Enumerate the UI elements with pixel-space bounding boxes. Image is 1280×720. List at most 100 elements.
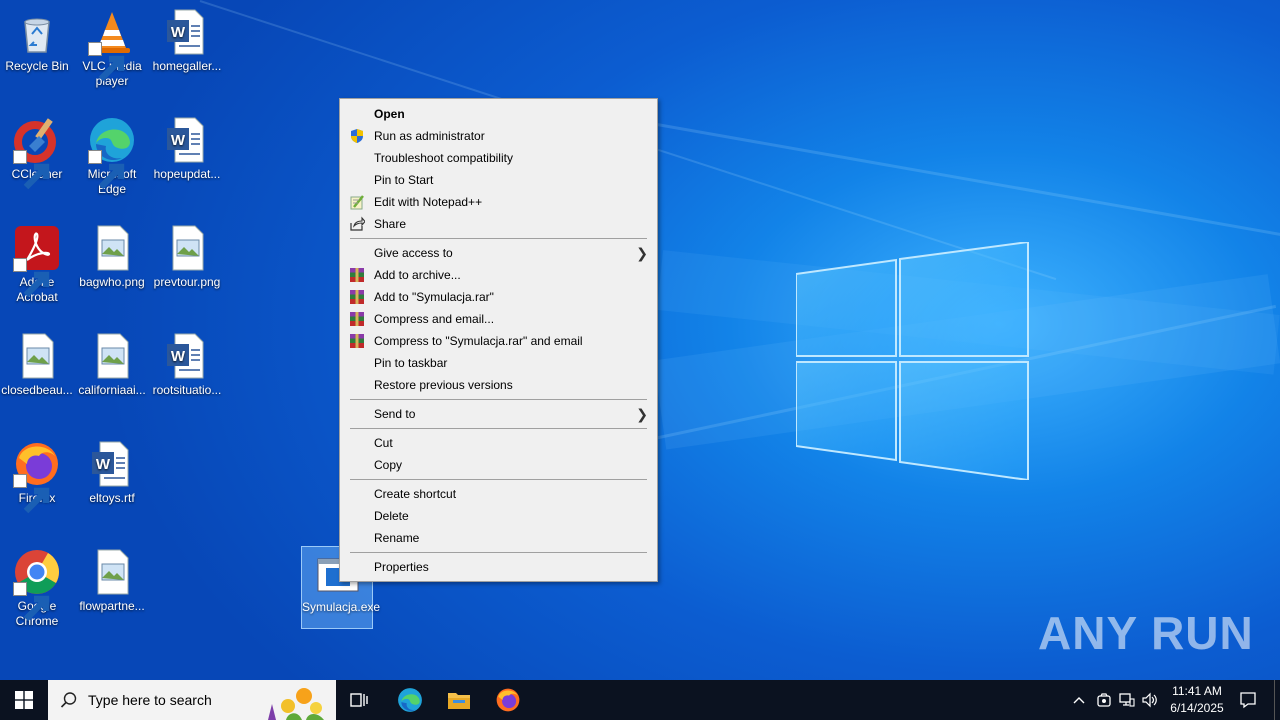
shortcut-arrow-icon: [13, 582, 50, 622]
desktop-icon-flowpartne[interactable]: flowpartne...: [75, 548, 149, 614]
menu-item-run-as-administrator[interactable]: Run as administrator: [340, 125, 657, 147]
menu-item-pin-to-start[interactable]: Pin to Start: [340, 169, 657, 191]
icon-label: hopeupdat...: [153, 167, 221, 181]
menu-item-label: Run as administrator: [374, 129, 485, 143]
anyrun-watermark: ANY RUN: [1038, 606, 1254, 660]
word-doc-icon: W: [88, 440, 136, 488]
menu-item-label: Share: [374, 217, 407, 231]
menu-item-label: Troubleshoot compatibility: [374, 151, 513, 165]
menu-item-share[interactable]: Share: [340, 213, 657, 235]
icon-label: prevtour.png: [153, 275, 221, 289]
taskbar: Type here to search 11:41 AM 6/14/2025: [0, 680, 1280, 720]
share-icon: [349, 216, 366, 232]
menu-item-label: Properties: [374, 560, 429, 574]
menu-item-open[interactable]: Open: [340, 103, 657, 125]
menu-item-compress-to-rar-and-email[interactable]: Compress to "Symulacja.rar" and email: [340, 330, 657, 352]
icon-label: eltoys.rtf: [89, 491, 135, 505]
clock[interactable]: 11:41 AM 6/14/2025: [1160, 683, 1234, 717]
menu-item-edit-with-notepadpp[interactable]: Edit with Notepad++: [340, 191, 657, 213]
taskbar-file-explorer-button[interactable]: [435, 680, 483, 720]
winrar-icon: [349, 267, 365, 283]
menu-item-add-to-symulacja-rar[interactable]: Add to "Symulacja.rar": [340, 286, 657, 308]
desktop-icon-recycle-bin[interactable]: Recycle Bin: [0, 8, 74, 74]
word-doc-icon: W: [163, 116, 211, 164]
menu-item-add-to-archive[interactable]: Add to archive...: [340, 264, 657, 286]
menu-item-label: Compress to "Symulacja.rar" and email: [374, 334, 583, 348]
windows-start-icon: [15, 691, 33, 709]
svg-text:W: W: [171, 132, 186, 149]
speaker-icon: [1142, 692, 1157, 708]
volume-button[interactable]: [1139, 680, 1161, 720]
menu-item-label: Restore previous versions: [374, 378, 513, 392]
show-desktop-divider[interactable]: [1274, 680, 1275, 720]
menu-item-pin-to-taskbar[interactable]: Pin to taskbar: [340, 352, 657, 374]
menu-item-troubleshoot-compatibility[interactable]: Troubleshoot compatibility: [340, 147, 657, 169]
menu-item-label: Add to archive...: [374, 268, 461, 282]
desktop-icon-eltoys[interactable]: W eltoys.rtf: [75, 440, 149, 506]
desktop-icon-bagwho[interactable]: bagwho.png: [75, 224, 149, 290]
edge-icon: [88, 116, 136, 190]
icon-label: homegaller...: [152, 59, 222, 73]
svg-text:W: W: [171, 348, 186, 365]
menu-item-rename[interactable]: Rename: [340, 527, 657, 549]
notification-icon: [1240, 692, 1256, 709]
taskbar-edge-button[interactable]: [386, 680, 434, 720]
desktop-icon-firefox[interactable]: Firefox: [0, 440, 74, 514]
icon-label: californiaai...: [78, 383, 146, 397]
tray-app-button[interactable]: [1093, 680, 1115, 720]
desktop-icon-acrobat[interactable]: Adobe Acrobat: [0, 224, 74, 305]
winrar-icon: [349, 289, 365, 305]
chevron-up-icon: [1073, 697, 1085, 704]
show-hidden-icons-button[interactable]: [1068, 680, 1090, 720]
menu-item-label: Cut: [374, 436, 393, 450]
menu-item-label: Open: [374, 107, 405, 121]
image-file-icon: [163, 224, 211, 272]
acrobat-icon: [13, 224, 61, 298]
windows-logo: [795, 240, 1030, 482]
image-file-icon: [88, 224, 136, 272]
tray-app-icon: [1097, 693, 1111, 707]
network-button[interactable]: [1116, 680, 1138, 720]
desktop-icon-ccleaner[interactable]: CCleaner: [0, 116, 74, 190]
desktop-icon-homegaller[interactable]: W homegaller...: [150, 8, 224, 74]
watermark-text: ANY RUN: [1038, 607, 1254, 659]
action-center-button[interactable]: [1234, 680, 1262, 720]
menu-item-label: Delete: [374, 509, 409, 523]
menu-item-give-access-to[interactable]: Give access to ❯: [340, 242, 657, 264]
menu-item-label: Add to "Symulacja.rar": [374, 290, 494, 304]
desktop-icon-californiaai[interactable]: californiaai...: [75, 332, 149, 398]
vlc-icon: [88, 8, 136, 82]
desktop-icon-vlc[interactable]: VLC media player: [75, 8, 149, 89]
menu-item-send-to[interactable]: Send to ❯: [340, 403, 657, 425]
menu-item-delete[interactable]: Delete: [340, 505, 657, 527]
shortcut-arrow-icon: [13, 474, 50, 514]
submenu-chevron-icon: ❯: [636, 406, 648, 422]
notepadpp-icon: [349, 194, 365, 210]
light-ray: [639, 120, 1280, 236]
desktop-icon-rootsituatio[interactable]: W rootsituatio...: [150, 332, 224, 398]
image-file-icon: [88, 548, 136, 596]
clock-time: 11:41 AM: [1172, 684, 1222, 698]
desktop-icon-edge[interactable]: Microsoft Edge: [75, 116, 149, 197]
menu-item-cut[interactable]: Cut: [340, 432, 657, 454]
menu-item-create-shortcut[interactable]: Create shortcut: [340, 483, 657, 505]
menu-item-label: Edit with Notepad++: [374, 195, 483, 209]
icon-label: bagwho.png: [79, 275, 145, 289]
desktop-icon-closedbeau[interactable]: closedbeau...: [0, 332, 74, 398]
taskbar-search-box[interactable]: Type here to search: [48, 680, 336, 720]
desktop-icon-prevtour[interactable]: prevtour.png: [150, 224, 224, 290]
desktop-icon-hopeupdat[interactable]: W hopeupdat...: [150, 116, 224, 182]
start-button[interactable]: [0, 680, 48, 720]
chrome-icon: [13, 548, 61, 622]
menu-item-properties[interactable]: Properties: [340, 556, 657, 578]
taskbar-firefox-button[interactable]: [484, 680, 532, 720]
menu-item-restore-previous-versions[interactable]: Restore previous versions: [340, 374, 657, 396]
shortcut-arrow-icon: [13, 150, 50, 190]
menu-item-label: Send to: [374, 407, 416, 421]
menu-item-compress-and-email[interactable]: Compress and email...: [340, 308, 657, 330]
task-view-button[interactable]: [336, 680, 384, 720]
network-icon: [1119, 693, 1135, 707]
desktop-icon-chrome[interactable]: Google Chrome: [0, 548, 74, 629]
menu-item-copy[interactable]: Copy: [340, 454, 657, 476]
edge-icon: [398, 688, 422, 712]
